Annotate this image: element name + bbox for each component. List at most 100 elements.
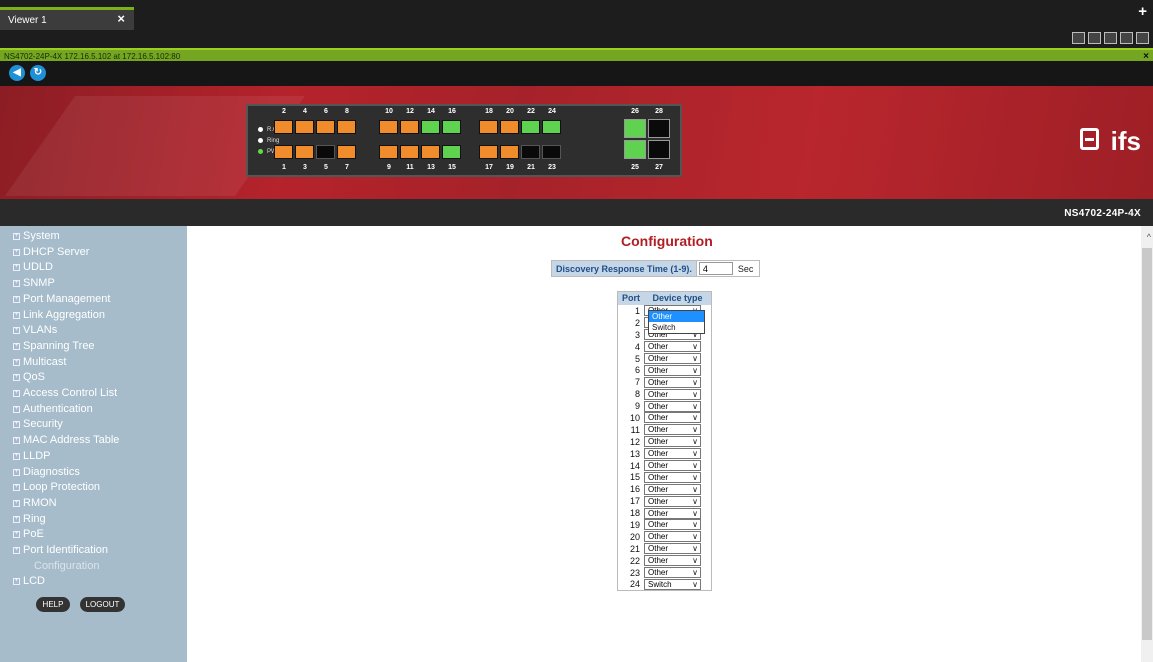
app-icon[interactable] <box>1072 32 1085 44</box>
sidebar-item-qos[interactable]: + QoS <box>13 371 45 383</box>
drt-input[interactable]: 4 <box>698 262 733 275</box>
ethernet-port[interactable] <box>316 145 335 159</box>
device-type-select[interactable]: Other ∨ <box>644 412 701 424</box>
expand-icon[interactable]: + <box>13 327 20 335</box>
close-window-icon[interactable] <box>1136 32 1149 44</box>
ethernet-port[interactable] <box>421 145 440 159</box>
ethernet-port[interactable] <box>400 120 419 134</box>
ethernet-port[interactable] <box>442 120 461 134</box>
ethernet-port[interactable] <box>295 120 314 134</box>
scrollbar[interactable]: ^ <box>1141 226 1153 662</box>
ethernet-port[interactable] <box>500 145 519 159</box>
ethernet-port[interactable] <box>337 145 356 159</box>
ethernet-port[interactable] <box>295 145 314 159</box>
expand-icon[interactable]: + <box>13 468 20 476</box>
scroll-thumb[interactable] <box>1142 248 1152 640</box>
sidebar-item-vlans[interactable]: + VLANs <box>13 324 57 336</box>
device-type-select[interactable]: Other ∨ <box>644 507 701 519</box>
expand-icon[interactable]: + <box>13 358 20 366</box>
sidebar-item-lcd[interactable]: + LCD <box>13 575 45 587</box>
check-icon[interactable] <box>1104 32 1117 44</box>
ethernet-port[interactable] <box>542 120 561 134</box>
ethernet-port[interactable] <box>421 120 440 134</box>
expand-icon[interactable]: + <box>13 578 20 586</box>
refresh-icon[interactable]: ↻ <box>30 65 46 81</box>
sidebar-item-spanning-tree[interactable]: + Spanning Tree <box>13 340 95 352</box>
sfp-port[interactable] <box>624 119 646 138</box>
add-tab-icon[interactable]: + <box>1138 3 1147 20</box>
scroll-up-icon[interactable]: ^ <box>1147 232 1151 242</box>
ethernet-port[interactable] <box>542 145 561 159</box>
ethernet-port[interactable] <box>500 120 519 134</box>
expand-icon[interactable]: + <box>13 295 20 303</box>
expand-icon[interactable]: + <box>13 264 20 272</box>
device-type-select[interactable]: Other ∨ <box>644 519 701 531</box>
tab-viewer-1[interactable]: Viewer 1 × <box>0 7 134 30</box>
sidebar-item-multicast[interactable]: + Multicast <box>13 356 66 368</box>
lock-icon[interactable] <box>1088 32 1101 44</box>
back-icon[interactable]: ◀ <box>9 65 25 81</box>
device-type-select[interactable]: Other ∨ <box>644 555 701 567</box>
expand-icon[interactable]: + <box>13 280 20 288</box>
device-type-select[interactable]: Other ∨ <box>644 567 701 579</box>
sidebar-item-poe[interactable]: + PoE <box>13 528 44 540</box>
device-type-select[interactable]: Other ∨ <box>644 531 701 543</box>
sidebar-item-dhcp-server[interactable]: + DHCP Server <box>13 246 89 258</box>
ethernet-port[interactable] <box>521 145 540 159</box>
sidebar-item-authentication[interactable]: + Authentication <box>13 403 93 415</box>
device-type-select[interactable]: Other ∨ <box>644 495 701 507</box>
ethernet-port[interactable] <box>379 145 398 159</box>
sidebar-item-lldp[interactable]: + LLDP <box>13 450 51 462</box>
device-type-select[interactable]: Other ∨ <box>644 483 701 495</box>
expand-icon[interactable]: + <box>13 437 20 445</box>
device-type-select[interactable]: Other ∨ <box>644 471 701 483</box>
device-type-select[interactable]: Other ∨ <box>644 400 701 412</box>
ethernet-port[interactable] <box>274 120 293 134</box>
ethernet-port[interactable] <box>274 145 293 159</box>
sidebar-item-mac-address-table[interactable]: + MAC Address Table <box>13 434 119 446</box>
ethernet-port[interactable] <box>442 145 461 159</box>
dropdown-option-other[interactable]: Other <box>649 311 704 322</box>
ethernet-port[interactable] <box>479 120 498 134</box>
sidebar-item-rmon[interactable]: + RMON <box>13 497 57 509</box>
expand-icon[interactable]: + <box>13 499 20 507</box>
sidebar-item-security[interactable]: + Security <box>13 418 63 430</box>
device-type-select[interactable]: Other ∨ <box>644 436 701 448</box>
sfp-port[interactable] <box>648 140 670 159</box>
sidebar-item-loop-protection[interactable]: + Loop Protection <box>13 481 100 493</box>
ethernet-port[interactable] <box>337 120 356 134</box>
device-type-select[interactable]: Switch ∨ <box>644 578 701 590</box>
ethernet-port[interactable] <box>316 120 335 134</box>
sidebar-item-system[interactable]: + System <box>13 230 60 242</box>
expand-icon[interactable]: + <box>13 421 20 429</box>
device-type-select[interactable]: Other ∨ <box>644 448 701 460</box>
expand-icon[interactable]: + <box>13 390 20 397</box>
device-type-select[interactable]: Other ∨ <box>644 341 701 353</box>
tab-close-icon[interactable]: × <box>117 11 125 26</box>
fullscreen-icon[interactable] <box>1120 32 1133 44</box>
device-type-dropdown[interactable]: Other Switch <box>648 310 705 334</box>
help-button[interactable]: HELP <box>36 597 70 612</box>
sidebar-item-snmp[interactable]: + SNMP <box>13 277 55 289</box>
expand-icon[interactable]: + <box>13 233 20 240</box>
expand-icon[interactable]: + <box>13 452 20 460</box>
expand-icon[interactable]: + <box>13 342 20 350</box>
expand-icon[interactable]: + <box>13 311 20 319</box>
device-type-select[interactable]: Other ∨ <box>644 460 701 472</box>
dropdown-option-switch[interactable]: Switch <box>649 322 704 333</box>
ethernet-port[interactable] <box>521 120 540 134</box>
expand-icon[interactable]: + <box>13 547 20 554</box>
sfp-port[interactable] <box>648 119 670 138</box>
expand-icon[interactable]: + <box>13 248 20 256</box>
sidebar-item-ring[interactable]: + Ring <box>13 513 46 525</box>
sidebar-item-diagnostics[interactable]: + Diagnostics <box>13 466 80 478</box>
sfp-port[interactable] <box>624 140 646 159</box>
sidebar-item-link-aggregation[interactable]: + Link Aggregation <box>13 309 105 321</box>
logout-button[interactable]: LOGOUT <box>80 597 125 612</box>
sidebar-item-configuration[interactable]: Configuration <box>34 560 99 572</box>
device-type-select[interactable]: Other ∨ <box>644 353 701 364</box>
expand-icon[interactable]: + <box>13 531 20 539</box>
sidebar-item-access-control-list[interactable]: + Access Control List <box>13 387 117 399</box>
ethernet-port[interactable] <box>400 145 419 159</box>
device-type-select[interactable]: Other ∨ <box>644 543 701 555</box>
